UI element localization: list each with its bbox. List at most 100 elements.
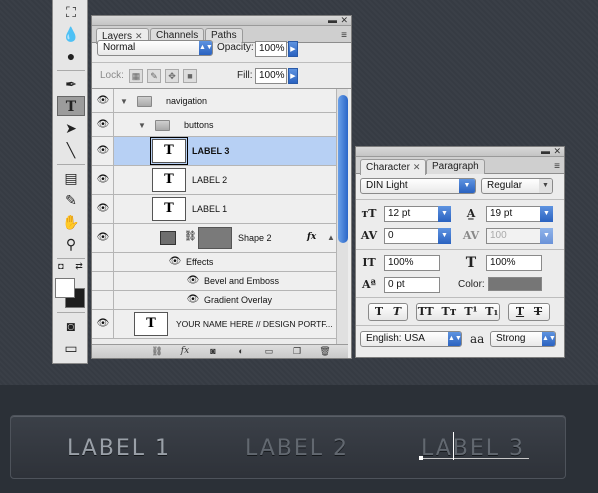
type-icon[interactable]: T bbox=[57, 96, 85, 116]
chevron-down-icon[interactable]: ▼ bbox=[540, 206, 553, 222]
layer-row-navigation[interactable]: 👁 ▼ navigation bbox=[92, 89, 336, 113]
lock-all-icon[interactable]: ■ bbox=[183, 69, 197, 83]
antialias-select[interactable]: Strong ▲▼ bbox=[490, 331, 556, 347]
pen-icon[interactable]: ✒ bbox=[57, 74, 85, 94]
foreground-color-swatch[interactable] bbox=[55, 278, 75, 298]
default-colors-icon[interactable]: ◘ bbox=[55, 260, 67, 272]
dodge-icon[interactable]: ● bbox=[57, 46, 85, 66]
adjustment-layer-icon[interactable]: ◐ bbox=[234, 346, 248, 357]
tab-close-icon[interactable]: ✕ bbox=[413, 162, 421, 172]
layer-row-portfolio-text[interactable]: 👁 T YOUR NAME HERE // DESIGN PORTF... bbox=[92, 310, 336, 339]
vector-mask-thumbnail[interactable] bbox=[198, 227, 232, 249]
tab-character[interactable]: Character ✕ bbox=[360, 159, 427, 175]
eye-icon[interactable]: 👁 bbox=[96, 203, 110, 215]
subscript-button[interactable]: T₁ bbox=[485, 305, 498, 318]
lock-transparent-icon[interactable]: ▦ bbox=[129, 69, 143, 83]
collapse-triangle-icon[interactable]: ▲ bbox=[327, 233, 335, 242]
text-layer-thumbnail: T bbox=[150, 137, 188, 165]
eyedropper-icon[interactable]: ✎ bbox=[57, 190, 85, 210]
faux-italic-button[interactable]: T bbox=[393, 305, 401, 318]
language-select[interactable]: English: USA ▲▼ bbox=[360, 331, 462, 347]
text-anchor-point bbox=[419, 456, 423, 460]
all-caps-button[interactable]: TT bbox=[418, 305, 434, 318]
tab-paragraph[interactable]: Paragraph bbox=[426, 159, 485, 174]
chevron-down-icon[interactable]: ▼ bbox=[540, 228, 553, 244]
baseline-shift-field[interactable]: 0 pt bbox=[384, 277, 440, 293]
link-icon[interactable]: ⛓ bbox=[184, 231, 197, 242]
effects-row[interactable]: 👁 Effects bbox=[92, 253, 336, 272]
quick-mask-icon[interactable]: ◙ bbox=[57, 316, 85, 336]
text-cursor bbox=[453, 432, 454, 460]
minimize-icon[interactable]: ▬ bbox=[541, 147, 550, 156]
eye-icon[interactable]: 👁 bbox=[96, 232, 110, 244]
font-style-select[interactable]: Regular ▼ bbox=[481, 178, 553, 194]
effect-row-gradient[interactable]: 👁 Gradient Overlay bbox=[92, 291, 336, 310]
underline-button[interactable]: T bbox=[516, 305, 524, 318]
fill-slider-button[interactable]: ▶ bbox=[288, 68, 298, 84]
character-panel: ▬ ✕ Character ✕ Paragraph ≡ DIN Light ▼ Re… bbox=[355, 146, 565, 358]
eye-icon[interactable]: 👁 bbox=[96, 174, 110, 186]
fill-field[interactable]: 100% bbox=[255, 68, 287, 84]
new-layer-icon[interactable]: ❐ bbox=[290, 346, 304, 357]
blur-drop-icon[interactable]: 💧 bbox=[57, 24, 85, 44]
close-icon[interactable]: ✕ bbox=[340, 16, 348, 25]
paint-bucket-icon[interactable]: ⛶ bbox=[57, 2, 85, 22]
opacity-slider-button[interactable]: ▶ bbox=[288, 41, 298, 57]
expand-triangle-icon[interactable]: ▼ bbox=[138, 121, 146, 130]
path-select-icon[interactable]: ➤ bbox=[57, 118, 85, 138]
superscript-button[interactable]: T¹ bbox=[464, 305, 477, 318]
screen-mode-icon[interactable]: ▭ bbox=[57, 338, 85, 358]
notes-icon[interactable]: ▤ bbox=[57, 168, 85, 188]
new-group-icon[interactable]: ▭ bbox=[262, 346, 276, 357]
blend-mode-select[interactable]: Normal ▲▼ bbox=[97, 40, 213, 56]
layers-panel-titlebar[interactable]: ▬ ✕ bbox=[92, 16, 351, 26]
layers-list: 👁 ▼ navigation 👁 ▼ buttons 👁 T LABEL 3 👁… bbox=[92, 88, 351, 344]
expand-triangle-icon[interactable]: ▼ bbox=[120, 97, 128, 106]
effect-row-bevel[interactable]: 👁 Bevel and Emboss bbox=[92, 272, 336, 291]
vertical-scale-field[interactable]: 100% bbox=[384, 255, 440, 271]
panel-menu-icon[interactable]: ≡ bbox=[341, 30, 347, 41]
hand-icon[interactable]: ✋ bbox=[57, 212, 85, 232]
line-icon[interactable]: ╲ bbox=[57, 140, 85, 160]
layer-row-label-2[interactable]: 👁 T LABEL 2 bbox=[92, 166, 336, 195]
layers-scrollbar[interactable] bbox=[336, 89, 348, 344]
horizontal-scale-field[interactable]: 100% bbox=[486, 255, 542, 271]
layer-row-label-3[interactable]: 👁 T LABEL 3 bbox=[92, 137, 336, 166]
trash-icon[interactable]: 🗑 bbox=[318, 346, 332, 357]
font-family-select[interactable]: DIN Light ▼ bbox=[360, 178, 476, 194]
add-mask-icon[interactable]: ◙ bbox=[206, 346, 220, 357]
effect-name: Gradient Overlay bbox=[204, 295, 273, 305]
eye-icon[interactable]: 👁 bbox=[96, 95, 110, 107]
layer-row-shape-2[interactable]: 👁 ⛓ Shape 2 fx ▲ bbox=[92, 224, 336, 253]
panel-menu-icon[interactable]: ≡ bbox=[554, 161, 560, 172]
add-style-icon[interactable]: fx bbox=[178, 346, 192, 357]
minimize-icon[interactable]: ▬ bbox=[328, 16, 337, 25]
eye-icon[interactable]: 👁 bbox=[96, 145, 110, 157]
close-icon[interactable]: ✕ bbox=[553, 147, 561, 156]
eye-icon[interactable]: 👁 bbox=[186, 294, 200, 306]
layer-row-label-1[interactable]: 👁 T LABEL 1 bbox=[92, 195, 336, 224]
faux-bold-button[interactable]: T bbox=[375, 305, 383, 318]
link-layers-icon[interactable]: ⛓ bbox=[150, 346, 164, 357]
lock-paint-icon[interactable]: ✎ bbox=[147, 69, 161, 83]
fx-icon[interactable]: fx bbox=[307, 232, 316, 243]
scrollbar-thumb[interactable] bbox=[338, 95, 348, 243]
strikethrough-button[interactable]: T bbox=[534, 305, 542, 318]
eye-icon[interactable]: 👁 bbox=[96, 119, 110, 131]
character-panel-titlebar[interactable]: ▬ ✕ bbox=[356, 147, 564, 157]
chevron-down-icon[interactable]: ▼ bbox=[438, 206, 451, 222]
zoom-icon[interactable]: ⚲ bbox=[57, 234, 85, 254]
eye-icon[interactable]: 👁 bbox=[186, 275, 200, 287]
lock-move-icon[interactable]: ✥ bbox=[165, 69, 179, 83]
layer-row-buttons[interactable]: 👁 ▼ buttons bbox=[92, 113, 336, 137]
eye-icon[interactable]: 👁 bbox=[168, 256, 182, 268]
text-color-swatch[interactable] bbox=[488, 277, 542, 291]
layer-name: navigation bbox=[166, 96, 208, 106]
font-family-value: DIN Light bbox=[366, 180, 408, 191]
chevron-down-icon[interactable]: ▼ bbox=[438, 228, 451, 244]
swap-colors-icon[interactable]: ⇄ bbox=[73, 260, 85, 272]
small-caps-button[interactable]: Tт bbox=[442, 305, 457, 318]
opacity-field[interactable]: 100% bbox=[255, 41, 287, 57]
eye-icon[interactable]: 👁 bbox=[96, 318, 110, 330]
shape-color-thumbnail[interactable] bbox=[160, 231, 176, 245]
